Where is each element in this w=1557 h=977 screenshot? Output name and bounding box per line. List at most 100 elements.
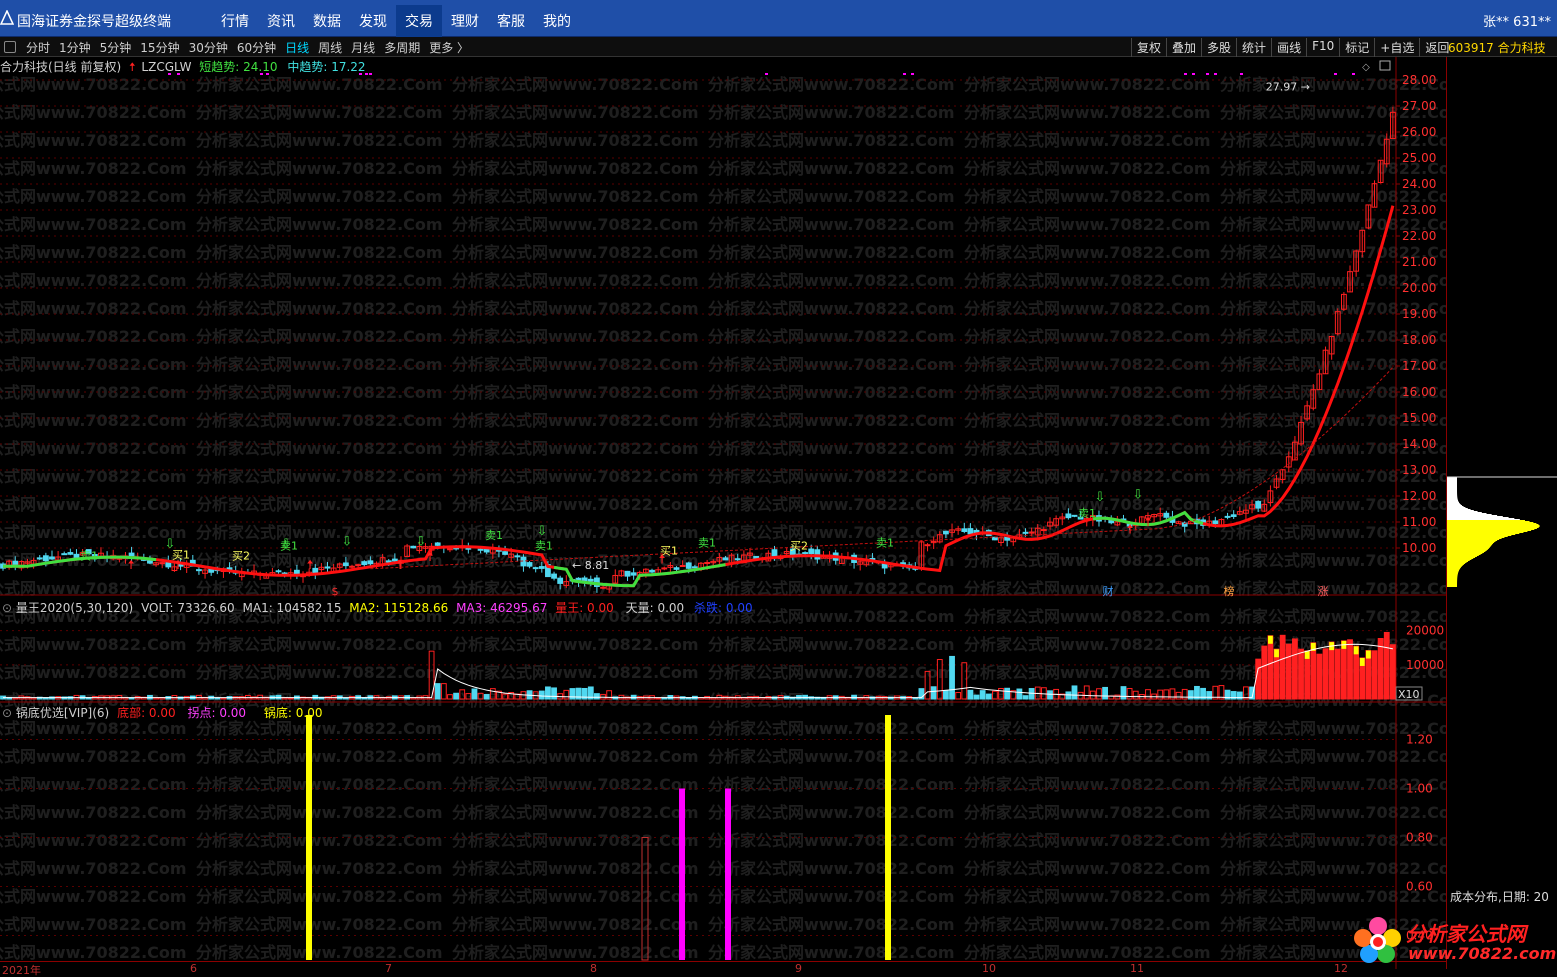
watermark-text: 分析家公式网www.70822.Com [452, 943, 699, 962]
menu-wode[interactable]: 我的 [534, 5, 580, 37]
watermark-text: 分析家公式网www.70822.Com [196, 663, 443, 682]
watermark-text: 分析家公式网www.70822.Com [708, 663, 955, 682]
cost-bar [1447, 518, 1515, 519]
top-marker-dot [1334, 73, 1337, 75]
tab-15min[interactable]: 15分钟 [140, 39, 179, 56]
chart-canvas[interactable]: 分析家公式网www.70822.Com 分析家公式网www.70822.Com 分析… [0, 57, 1446, 969]
cost-bar [1447, 505, 1462, 506]
tab-daily[interactable]: 日线 [285, 39, 309, 56]
sell-arrow-icon: ⇩ [416, 534, 427, 549]
watermark-text: 分析家公式网www.70822.Com [196, 915, 443, 934]
tab-multi-period[interactable]: 多周期 [384, 39, 420, 56]
chart-area[interactable]: 分析家公式网www.70822.Com 分析家公式网www.70822.Com 分析… [0, 57, 1446, 969]
candle-body [691, 566, 698, 569]
cost-bar [1447, 546, 1491, 547]
candle-body [551, 573, 557, 579]
tab-more[interactable]: 更多 〉 [429, 39, 469, 56]
sell-arrow-icon: ⇩ [1095, 490, 1106, 505]
watermark-text: 分析家公式网www.70822.Com [708, 271, 955, 290]
candle-body [802, 552, 808, 555]
candle-body [679, 565, 686, 568]
statistics-button[interactable]: 统计 [1236, 38, 1271, 57]
indicator-signal-bar [885, 715, 891, 960]
collapse-icon[interactable]: ⊙ [2, 706, 12, 720]
cost-bar [1447, 577, 1458, 578]
cost-bar [1447, 563, 1466, 564]
indicator-name: LZCGLW [141, 60, 192, 74]
watermark-text: 分析家公式网www.70822.Com [708, 495, 955, 514]
top-marker-dot [1214, 73, 1217, 75]
tab-60min[interactable]: 60分钟 [237, 39, 276, 56]
menu-shuju[interactable]: 数据 [304, 5, 350, 37]
watermark-text: 分析家公式网www.70822.Com [964, 635, 1211, 654]
candle-body [673, 567, 680, 570]
cost-bar [1447, 580, 1458, 581]
cost-bar [1447, 552, 1484, 553]
cost-bar [1447, 496, 1458, 497]
watermark-text: 分析家公式网www.70822.Com [708, 75, 955, 94]
tab-1min[interactable]: 1分钟 [59, 39, 91, 56]
collapse-icon[interactable]: ⊙ [2, 601, 12, 615]
user-account[interactable]: 张** 631** [1483, 11, 1551, 30]
menu-faxian[interactable]: 发现 [350, 5, 396, 37]
tab-monthly[interactable]: 月线 [351, 39, 375, 56]
cost-bar [1447, 509, 1471, 510]
cost-bar [1447, 584, 1458, 585]
indicator-signal-bar [679, 788, 685, 960]
watermark-text: 分析家公式网www.70822.Com [0, 495, 187, 514]
f10-button[interactable]: F10 [1306, 38, 1339, 57]
signal-label: 买2 [790, 539, 808, 552]
multi-stock-button[interactable]: 多股 [1201, 38, 1236, 57]
menu-jiaoyi[interactable]: 交易 [396, 5, 442, 37]
cost-bar [1447, 517, 1509, 518]
cost-bar [1447, 543, 1494, 544]
cost-bar [1447, 531, 1528, 532]
watermark-text: 分析家公式网www.70822.Com [196, 831, 443, 850]
candle-body [312, 567, 319, 574]
candle-body [753, 555, 760, 559]
volume-bar [1187, 690, 1194, 700]
volt-value: VOLT: 73326.60 [141, 601, 235, 615]
panel-toggle-icon[interactable] [4, 41, 16, 53]
cost-bar [1447, 490, 1458, 491]
tab-weekly[interactable]: 周线 [318, 39, 342, 56]
menu-kefu[interactable]: 客服 [488, 5, 534, 37]
high-price-label: 27.97 → [1266, 80, 1310, 93]
diamond-icon: ◇ [1362, 62, 1370, 73]
overlay-button[interactable]: 叠加 [1166, 38, 1201, 57]
add-watchlist-button[interactable]: +自选 [1374, 38, 1419, 57]
watermark-text: 分析家公式网www.70822.Com [196, 439, 443, 458]
fuquan-button[interactable]: 复权 [1131, 38, 1166, 57]
tab-5min[interactable]: 5分钟 [100, 39, 132, 56]
volume-bar [1255, 658, 1262, 700]
cost-bar [1447, 486, 1458, 487]
buy-arrow-icon: 🠅 [174, 558, 181, 573]
tab-fenshi[interactable]: 分时 [26, 39, 50, 56]
tab-30min[interactable]: 30分钟 [189, 39, 228, 56]
watermark-text: 分析家公式网www.70822.Com [964, 439, 1211, 458]
watermark-text: 分析家公式网www.70822.Com [0, 411, 187, 430]
cost-bar [1447, 535, 1512, 536]
price-tick-label: 16.00 [1402, 385, 1436, 399]
draw-line-button[interactable]: 画线 [1271, 38, 1306, 57]
volume-bar [1377, 638, 1384, 700]
cost-bar [1447, 520, 1525, 521]
menu-hangqing[interactable]: 行情 [212, 5, 258, 37]
buy-arrow-icon: 🠅 [658, 553, 665, 568]
watermark-text: 分析家公式网www.70822.Com [452, 159, 699, 178]
watermark-text: 分析家公式网www.70822.Com [708, 355, 955, 374]
stock-code-label[interactable]: 603917 合力科技 [1448, 39, 1546, 56]
candle-body [538, 566, 545, 569]
cost-bar [1447, 481, 1458, 482]
menu-zixun[interactable]: 资讯 [258, 5, 304, 37]
watermark-text: 分析家公式网www.70822.Com [708, 719, 955, 738]
volume-bar [453, 692, 459, 700]
menu-licai[interactable]: 理财 [442, 5, 488, 37]
volume-tick-label: 20000 [1406, 624, 1444, 638]
volume-bar [1347, 639, 1353, 700]
watermark-text: 分析家公式网www.70822.Com [452, 271, 699, 290]
mark-button[interactable]: 标记 [1339, 38, 1374, 57]
candle-body [661, 567, 668, 570]
cost-bar [1447, 548, 1489, 549]
cost-distribution-panel[interactable]: 成本分布,日期: 20 [1446, 57, 1557, 969]
